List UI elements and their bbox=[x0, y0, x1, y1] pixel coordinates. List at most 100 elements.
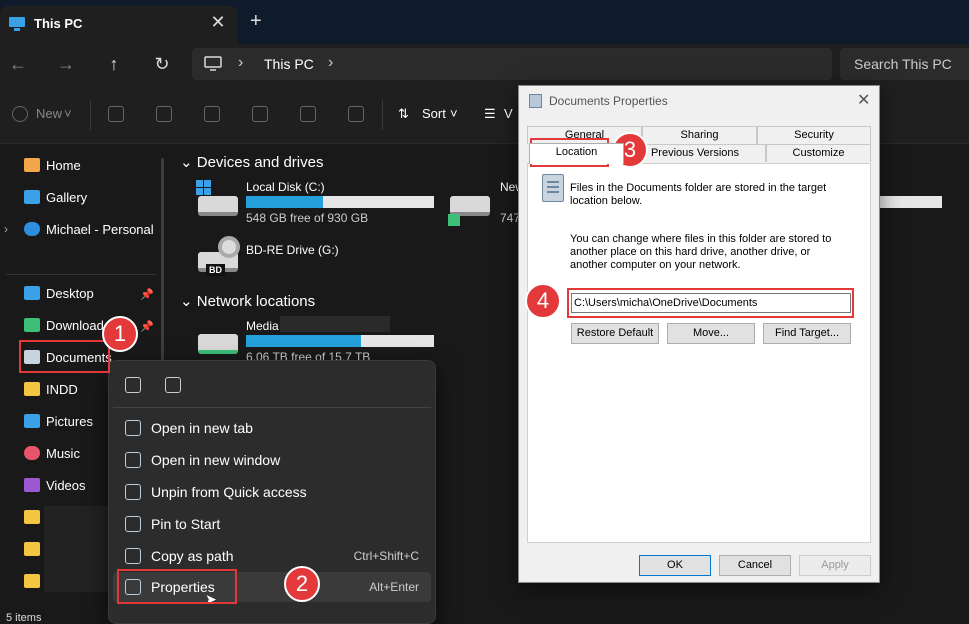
bd-label: BD bbox=[206, 264, 225, 276]
sidebar-item-onedrive[interactable]: Michael - Personal bbox=[24, 222, 154, 237]
tab-location[interactable]: Location bbox=[529, 143, 624, 164]
sidebar-item-downloads[interactable]: Download bbox=[24, 318, 104, 333]
sidebar-item-label: Gallery bbox=[46, 190, 88, 205]
devices-section-heading[interactable]: ⌄ Devices and drives bbox=[180, 153, 323, 171]
sidebar-item-folder[interactable] bbox=[24, 542, 46, 557]
sidebar-item-label: Desktop bbox=[46, 286, 94, 301]
view-button[interactable]: V bbox=[504, 106, 513, 121]
navigation-bar: ← → ↑ ↻ › This PC › Search This PC bbox=[0, 44, 969, 86]
dialog-title: Documents Properties bbox=[549, 94, 668, 108]
highlight-documents bbox=[19, 340, 110, 373]
back-button[interactable]: ← bbox=[6, 54, 30, 75]
breadcrumb-this-pc[interactable]: This PC bbox=[264, 56, 314, 72]
close-tab-button[interactable]: ✕ bbox=[208, 12, 228, 33]
menu-item-unpin[interactable]: Unpin from Quick access bbox=[113, 477, 431, 507]
drive-name-c[interactable]: Local Disk (C:) bbox=[246, 180, 325, 194]
menu-item-open-new-window[interactable]: Open in new window bbox=[113, 445, 431, 475]
monitor-icon bbox=[204, 56, 222, 71]
search-box[interactable]: Search This PC bbox=[840, 48, 969, 80]
drive-usage-fill bbox=[246, 335, 361, 347]
sidebar-item-pictures[interactable]: Pictures bbox=[24, 414, 93, 429]
cancel-button[interactable]: Cancel bbox=[719, 555, 791, 576]
tab-this-pc[interactable]: This PC ✕ bbox=[0, 6, 238, 44]
folder-icon bbox=[24, 510, 40, 524]
windows-logo-icon bbox=[196, 180, 211, 195]
sidebar-item-desktop[interactable]: Desktop bbox=[24, 286, 94, 301]
documents-icon bbox=[529, 94, 542, 108]
desktop-icon bbox=[24, 286, 40, 300]
tab-sharing[interactable]: Sharing bbox=[642, 126, 757, 144]
menu-item-label: Unpin from Quick access bbox=[151, 484, 307, 500]
sidebar-item-gallery[interactable]: Gallery bbox=[24, 190, 87, 205]
new-button[interactable]: New bbox=[36, 106, 62, 121]
cut-icon[interactable] bbox=[108, 106, 124, 122]
share-icon[interactable] bbox=[300, 106, 316, 122]
restore-default-button[interactable]: Restore Default bbox=[571, 323, 659, 344]
sidebar-item-label: Home bbox=[46, 158, 81, 173]
delete-icon[interactable] bbox=[348, 106, 364, 122]
sidebar-item-music[interactable]: Music bbox=[24, 446, 80, 461]
unpin-icon bbox=[125, 484, 141, 500]
local-disk-icon bbox=[198, 196, 238, 216]
menu-item-pin-start[interactable]: Pin to Start bbox=[113, 509, 431, 539]
videos-icon bbox=[24, 478, 40, 492]
drive-free-space: 548 GB free of 930 GB bbox=[246, 211, 369, 225]
shortcut-arrow-icon bbox=[448, 214, 460, 226]
sidebar-item-indd[interactable]: INDD bbox=[24, 382, 78, 397]
find-target-button[interactable]: Find Target... bbox=[763, 323, 851, 344]
tab-customize[interactable]: Customize bbox=[766, 144, 871, 162]
menu-item-open-new-tab[interactable]: Open in new tab bbox=[113, 413, 431, 443]
ok-button[interactable]: OK bbox=[639, 555, 711, 576]
forward-button[interactable]: → bbox=[54, 54, 78, 75]
refresh-button[interactable]: ↻ bbox=[150, 54, 174, 75]
sidebar-item-folder[interactable] bbox=[24, 574, 46, 589]
network-drive-name[interactable]: Media bbox=[246, 319, 279, 333]
share-icon[interactable] bbox=[165, 377, 181, 393]
apply-button[interactable]: Apply bbox=[799, 555, 871, 576]
menu-item-label: Open in new tab bbox=[151, 420, 253, 436]
sort-button[interactable]: Sort bbox=[422, 106, 446, 121]
network-section-heading[interactable]: ⌄ Network locations bbox=[180, 292, 315, 310]
open-tab-icon bbox=[125, 420, 141, 436]
close-icon[interactable]: ✕ bbox=[857, 90, 870, 110]
search-placeholder: Search This PC bbox=[854, 56, 952, 72]
chevron-right-icon[interactable]: › bbox=[328, 54, 333, 72]
up-button[interactable]: ↑ bbox=[102, 54, 126, 75]
sort-icon: ⇅ bbox=[398, 106, 409, 121]
sidebar-item-videos[interactable]: Videos bbox=[24, 478, 86, 493]
sidebar-item-home[interactable]: Home bbox=[24, 158, 81, 173]
highlight-properties bbox=[117, 569, 237, 604]
copy-icon[interactable] bbox=[125, 377, 141, 393]
tab-title: This PC bbox=[34, 16, 83, 31]
sidebar-item-label: Pictures bbox=[46, 414, 93, 429]
tab-security[interactable]: Security bbox=[757, 126, 871, 144]
step-badge-4: 4 bbox=[525, 283, 561, 319]
gallery-icon bbox=[24, 190, 40, 204]
rename-icon[interactable] bbox=[252, 106, 268, 122]
expand-chevron-icon[interactable]: › bbox=[4, 222, 8, 236]
onedrive-icon bbox=[24, 222, 40, 236]
new-tab-button[interactable]: + bbox=[250, 10, 262, 33]
divider bbox=[90, 100, 91, 130]
open-window-icon bbox=[125, 452, 141, 468]
redacted-area bbox=[44, 506, 108, 592]
disc-icon bbox=[218, 236, 240, 258]
address-bar[interactable]: › This PC › bbox=[192, 48, 832, 80]
pictures-icon bbox=[24, 414, 40, 428]
menu-item-label: Copy as path bbox=[151, 548, 234, 564]
drive-name-g[interactable]: BD-RE Drive (G:) bbox=[246, 243, 339, 257]
sidebar-item-label: INDD bbox=[46, 382, 78, 397]
sidebar-item-label: Download bbox=[46, 318, 104, 333]
copy-icon[interactable] bbox=[156, 106, 172, 122]
pin-icon: 📌 bbox=[140, 321, 154, 333]
drive-usage-bar bbox=[246, 335, 434, 347]
menu-item-copy-path[interactable]: Copy as path Ctrl+Shift+C bbox=[113, 541, 431, 571]
move-button[interactable]: Move... bbox=[667, 323, 755, 344]
status-item-count: 5 items bbox=[6, 612, 42, 624]
folder-icon bbox=[24, 574, 40, 588]
drive-usage-bar bbox=[246, 196, 434, 208]
sidebar-item-folder[interactable] bbox=[24, 510, 46, 525]
paste-icon[interactable] bbox=[204, 106, 220, 122]
pin-icon bbox=[125, 516, 141, 532]
sidebar-item-label: Music bbox=[46, 446, 80, 461]
